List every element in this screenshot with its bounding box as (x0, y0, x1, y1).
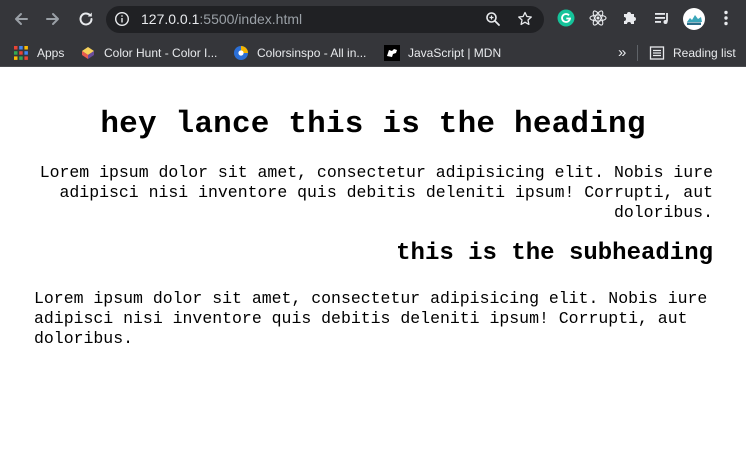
bookmark-colorsinspo-label: Colorsinspo - All in... (257, 45, 367, 60)
bookmark-colorsinspo[interactable]: Colorsinspo - All in... (233, 38, 366, 67)
colorhunt-icon (80, 45, 96, 61)
bookmarks-overflow-label: » (618, 44, 627, 61)
bookmark-apps[interactable]: Apps (13, 38, 64, 67)
bookmarks-bar: Apps Color Hunt - Color I... Colorsinspo… (0, 38, 746, 67)
page-subheading: this is the subheading (396, 240, 713, 267)
paragraph-left-aligned: Lorem ipsum dolor sit amet, consectetur … (34, 289, 708, 348)
bookmark-colorhunt-label: Color Hunt - Color I... (104, 45, 218, 60)
profile-avatar[interactable] (683, 8, 705, 35)
bookmark-colorhunt[interactable]: Color Hunt - Color I... (80, 38, 217, 67)
star-icon[interactable] (517, 11, 533, 32)
address-bar[interactable]: 127.0.0.1:5500/index.html (106, 6, 544, 33)
bookmarks-overflow-button[interactable]: » (618, 38, 626, 67)
mdn-icon (384, 44, 400, 61)
media-queue-icon[interactable] (653, 9, 671, 32)
info-icon[interactable] (114, 11, 130, 32)
reload-icon (79, 12, 93, 26)
reading-list-label: Reading list (673, 45, 736, 60)
arrow-right-icon (46, 13, 59, 25)
bookmarks-divider (637, 45, 638, 61)
back-button[interactable] (9, 7, 33, 31)
apps-grid-icon (13, 45, 29, 61)
bookmark-mdn-label: JavaScript | MDN (408, 45, 502, 60)
url-host: 127.0.0.1 (141, 11, 200, 27)
more-menu-icon[interactable] (720, 9, 732, 32)
forward-button[interactable] (41, 7, 65, 31)
zoom-icon[interactable] (485, 11, 501, 32)
browser-toolbar: 127.0.0.1:5500/index.html (0, 0, 746, 38)
page-viewport: hey lance this is the heading Lorem ipsu… (0, 68, 746, 464)
bookmark-apps-label: Apps (37, 45, 65, 60)
url-text: 127.0.0.1:5500/index.html (141, 11, 302, 28)
grammarly-icon[interactable] (557, 9, 575, 32)
colorsinspo-icon (233, 45, 249, 61)
reading-list-button[interactable]: Reading list (649, 38, 736, 67)
reload-button[interactable] (74, 7, 98, 31)
bookmark-mdn[interactable]: JavaScript | MDN (384, 38, 501, 67)
arrow-left-icon (15, 13, 28, 25)
reading-list-icon (649, 45, 665, 61)
puzzle-extensions-icon[interactable] (621, 9, 639, 32)
paragraph-right-aligned: Lorem ipsum dolor sit amet, consectetur … (39, 163, 713, 222)
url-path: :5500/index.html (199, 11, 303, 27)
react-devtools-icon[interactable] (589, 9, 607, 32)
page-heading: hey lance this is the heading (100, 107, 646, 142)
